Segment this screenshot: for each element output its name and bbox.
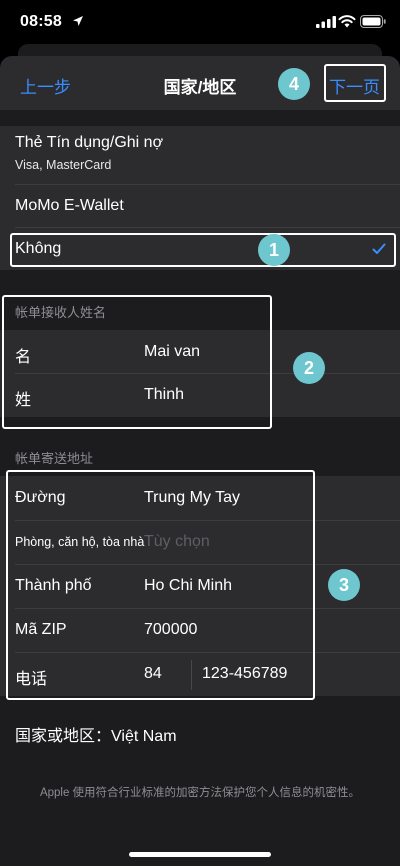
street-label: Đường [15, 489, 66, 506]
cellular-signal-icon [316, 16, 336, 28]
checkmark-icon [372, 243, 386, 254]
country-row[interactable]: 国家或地区：Việt Nam [15, 722, 177, 746]
payment-option-label: MoMo E-Wallet [15, 197, 124, 214]
payment-method-group: Thẻ Tín dụng/Ghi nợ Visa, MasterCard MoM… [0, 126, 400, 270]
next-button[interactable]: 下一页 [329, 73, 380, 98]
billing-address-header: 帐单寄送地址 [15, 451, 94, 466]
annotation-badge-1: 1 [258, 234, 290, 266]
room-field[interactable]: Tùy chọn [144, 533, 210, 551]
city-label: Thành phố [15, 577, 92, 594]
street-row[interactable]: Đường Trung My Tay [0, 476, 400, 520]
phone-code-field[interactable]: 84 [144, 665, 162, 683]
phone-number-field[interactable]: 123-456789 [202, 665, 287, 683]
payment-option-label: Thẻ Tín dụng/Ghi nợ [15, 134, 164, 151]
room-label: Phòng, căn hộ, tòa nhà [15, 535, 145, 549]
phone-row[interactable]: 电话 84 123-456789 [0, 653, 400, 696]
location-arrow-icon [73, 16, 83, 26]
zip-label: Mã ZIP [15, 621, 67, 638]
billing-name-group: 名 Mai van 姓 Thinh [0, 330, 400, 417]
last-name-field[interactable]: Thinh [144, 386, 184, 404]
status-time: 08:58 [20, 13, 62, 30]
battery-icon [360, 15, 386, 28]
phone-divider [191, 660, 192, 690]
annotation-badge-4: 4 [278, 68, 310, 100]
street-field[interactable]: Trung My Tay [144, 489, 240, 507]
zip-field[interactable]: 700000 [144, 621, 197, 639]
payment-option-none[interactable]: Không [0, 228, 400, 270]
last-name-row[interactable]: 姓 Thinh [0, 374, 400, 417]
billing-name-header: 帐单接收人姓名 [15, 305, 107, 320]
country-label: 国家或地区： [15, 728, 112, 745]
home-indicator[interactable] [129, 852, 271, 857]
first-name-label: 名 [15, 349, 32, 366]
status-bar: 08:58 [0, 0, 400, 44]
payment-option-card[interactable]: Thẻ Tín dụng/Ghi nợ Visa, MasterCard [0, 126, 400, 184]
phone-label: 电话 [15, 671, 48, 688]
payment-option-label: Không [15, 240, 62, 257]
payment-option-momo[interactable]: MoMo E-Wallet [0, 185, 400, 227]
first-name-row[interactable]: 名 Mai van [0, 330, 400, 373]
billing-sheet: 上一步 国家/地区 下一页 Thẻ Tín dụng/Ghi nợ Visa, … [0, 56, 400, 866]
first-name-field[interactable]: Mai van [144, 343, 200, 361]
country-value[interactable]: Việt Nam [111, 728, 177, 745]
city-field[interactable]: Ho Chi Minh [144, 577, 232, 595]
annotation-badge-3: 3 [328, 569, 360, 601]
annotation-badge-2: 2 [293, 352, 325, 384]
last-name-label: 姓 [15, 392, 32, 409]
zip-row[interactable]: Mã ZIP 700000 [0, 609, 400, 652]
wifi-icon [338, 15, 356, 28]
privacy-footer: Apple 使用符合行业标准的加密方法保护您个人信息的机密性。 [39, 787, 361, 799]
navigation-bar: 上一步 国家/地区 下一页 [0, 56, 400, 110]
payment-option-sub: Visa, MasterCard [15, 158, 112, 172]
room-row[interactable]: Phòng, căn hộ, tòa nhà Tùy chọn [0, 521, 400, 564]
